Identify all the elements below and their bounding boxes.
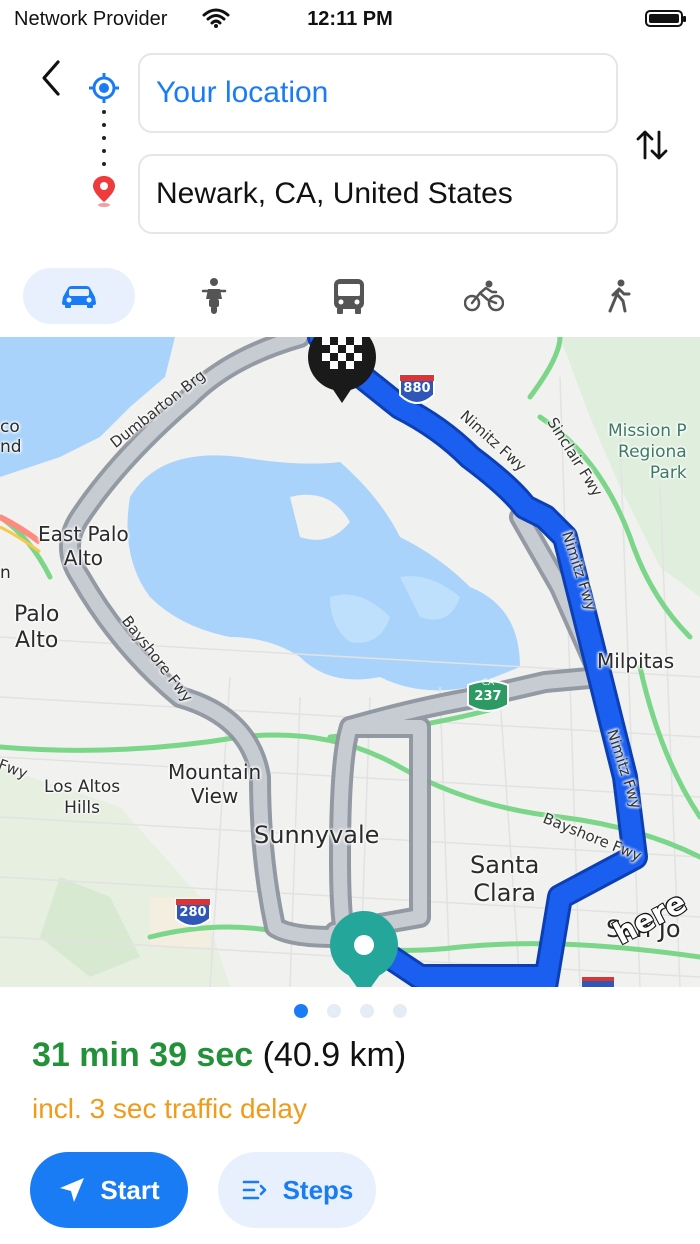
map-label-los-altos-hills: Los Altos Hills [44,777,121,818]
scooter-icon [201,278,227,314]
bus-icon [334,279,364,314]
battery-icon [645,10,686,27]
chevron-left-icon [42,60,60,96]
map-label-sunnyvale: Sunnyvale [254,821,380,849]
steps-list-icon [242,1180,266,1200]
shield-280: 280 [179,905,207,920]
shield-880: 880 [403,381,431,396]
route-pager [0,1004,700,1018]
map-label-palo-alto: Palo Alto [14,602,60,653]
shield-237-prefix: CA [481,678,495,688]
destination-input[interactable]: Newark, CA, United States [138,154,618,234]
status-bar: Network Provider 12:11 PM [0,0,700,40]
swap-button[interactable] [632,126,672,164]
navigation-arrow-icon [60,1178,85,1202]
car-icon [62,286,96,308]
traffic-delay: incl. 3 sec traffic delay [32,1093,307,1124]
origin-input[interactable]: Your location [138,53,618,133]
route-summary: 31 min 39 sec (40.9 km) [32,1036,406,1075]
route-distance: (40.9 km) [262,1036,407,1074]
status-time: 12:11 PM [307,8,393,30]
pager-dot-1[interactable] [293,1004,308,1018]
map-label-mission-peak: Mission P Regiona Park [608,421,687,483]
route-connector [102,110,106,172]
transport-mode-bar [0,268,700,326]
mode-car[interactable] [23,268,135,324]
steps-button-label: Steps [282,1174,354,1205]
mode-bicycle[interactable] [428,268,540,324]
back-button[interactable] [36,58,68,98]
mode-scooter[interactable] [158,268,270,324]
destination-pin-icon [91,174,117,208]
steps-button[interactable]: Steps [218,1152,376,1228]
map-label-santa-clara: Santa Clara [470,851,540,907]
swap-arrows-icon [636,130,668,160]
location-target-icon [88,72,120,104]
bicycle-icon [464,280,504,312]
map-label-milpitas: Milpitas [597,649,675,673]
walk-icon [608,279,631,313]
map-label-left-n: n [0,563,11,583]
route-duration: 31 min 39 sec [32,1036,254,1074]
pager-dot-4[interactable] [392,1004,407,1018]
mode-walk[interactable] [563,268,675,324]
pager-dot-2[interactable] [326,1004,341,1018]
start-button[interactable]: Start [30,1152,188,1228]
map-label-mountain-view: Mountain View [168,760,262,808]
shield-237: 237 [474,689,502,704]
map-label-east-palo-alto: East Palo Alto [38,522,129,570]
start-button-label: Start [100,1174,160,1205]
mode-bus[interactable] [293,268,405,324]
pager-dot-3[interactable] [359,1004,374,1018]
route-map[interactable]: Dumbarton Brg East Palo Alto Palo Alto B… [0,337,700,987]
map-label-co-nd: co nd [0,417,22,457]
